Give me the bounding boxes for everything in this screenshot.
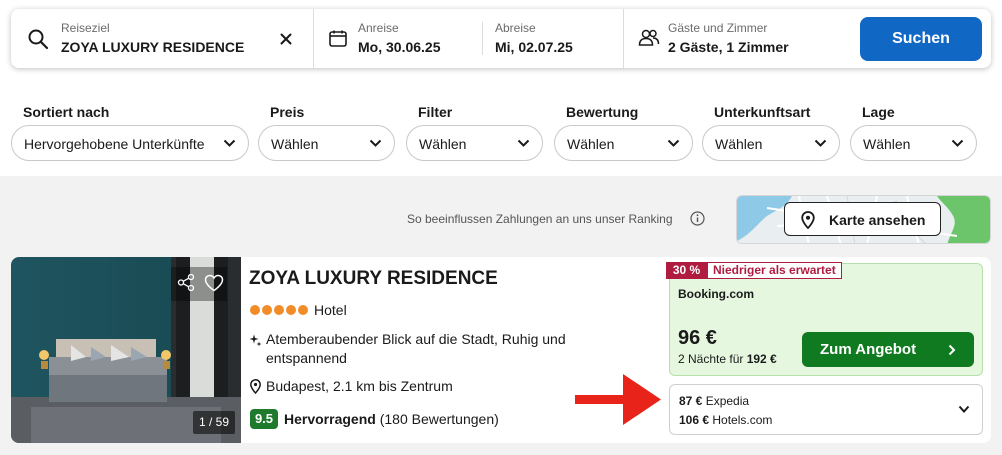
- chevron-down-icon: [223, 139, 236, 147]
- filter-dropdown[interactable]: Wählen: [406, 125, 543, 161]
- photo-counter: 1 / 59: [193, 411, 235, 434]
- star-dot: [274, 305, 284, 315]
- filter-label: Lage: [862, 104, 895, 120]
- chevron-down-icon: [814, 139, 827, 147]
- chevron-down-icon: [369, 139, 382, 147]
- star-dot: [250, 305, 260, 315]
- chevron-down-icon: [667, 139, 680, 147]
- guests-label: Gäste und Zimmer: [668, 21, 768, 35]
- price-dropdown[interactable]: Wählen: [258, 125, 395, 161]
- map-view-label: Karte ansehen: [829, 212, 926, 228]
- checkout-field[interactable]: Abreise Mi, 02.07.25: [483, 9, 623, 68]
- search-bar: Reiseziel ZOYA LUXURY RESIDENCE Anreise …: [11, 9, 991, 68]
- deal-provider: Booking.com: [678, 287, 755, 301]
- clear-icon[interactable]: [280, 33, 292, 45]
- sparkle-icon: [249, 334, 262, 347]
- accommodation-type: Hotel: [314, 302, 347, 318]
- chevron-down-icon: [517, 139, 530, 147]
- location-pin-icon: [250, 379, 261, 394]
- guests-icon: [638, 29, 660, 46]
- view-deal-label: Zum Angebot: [820, 341, 917, 358]
- offer-row: 87 € Expedia: [679, 394, 749, 408]
- rating-count: (180 Bewertungen): [379, 411, 499, 427]
- star-dot: [286, 305, 296, 315]
- filter-label: Unterkunftsart: [714, 104, 811, 120]
- checkout-label: Abreise: [495, 21, 536, 35]
- info-icon[interactable]: [690, 211, 705, 226]
- guests-value: 2 Gäste, 1 Zimmer: [668, 39, 789, 55]
- location-dropdown-value: Wählen: [863, 136, 911, 152]
- deal-total: 2 Nächte für 192 €: [678, 352, 777, 366]
- filter-label: Sortiert nach: [23, 104, 110, 120]
- share-icon[interactable]: [177, 274, 195, 291]
- star-rating: [250, 305, 308, 315]
- rating-dropdown-value: Wählen: [567, 136, 615, 152]
- nights-total: 192 €: [746, 352, 777, 366]
- chevron-down-icon[interactable]: [958, 405, 970, 414]
- rating-summary[interactable]: Hervorragend (180 Bewertungen): [284, 411, 499, 427]
- sort-dropdown[interactable]: Hervorgehobene Unterkünfte: [11, 125, 249, 161]
- offer-row: 106 € Hotels.com: [679, 413, 772, 427]
- other-offers-box[interactable]: 87 € Expedia 106 € Hotels.com: [669, 384, 983, 435]
- favorite-heart-icon[interactable]: [204, 274, 224, 292]
- search-button[interactable]: Suchen: [860, 17, 982, 61]
- filter-label: Preis: [270, 104, 305, 120]
- calendar-icon: [329, 30, 347, 47]
- sort-dropdown-value: Hervorgehobene Unterkünfte: [24, 136, 205, 152]
- hotel-location: Budapest, 2.1 km bis Zentrum: [266, 378, 453, 394]
- filter-filter: Filter Wählen: [406, 104, 543, 161]
- rating-score-badge: 9.5: [250, 409, 278, 429]
- checkin-field[interactable]: Anreise Mo, 30.06.25: [314, 9, 481, 68]
- hotel-card[interactable]: 1 / 59 ZOYA LUXURY RESIDENCE Hotel Atemb…: [11, 257, 991, 443]
- view-deal-button[interactable]: Zum Angebot: [802, 332, 974, 367]
- rating-dropdown[interactable]: Wählen: [554, 125, 693, 161]
- deal-price: 96 €: [678, 327, 717, 349]
- filter-price: Preis Wählen: [258, 104, 395, 161]
- destination-value: ZOYA LUXURY RESIDENCE: [61, 39, 245, 55]
- filter-rating: Bewertung Wählen: [554, 104, 693, 161]
- rating-word: Hervorragend: [284, 411, 376, 427]
- checkout-value: Mi, 02.07.25: [495, 39, 573, 55]
- hotel-name[interactable]: ZOYA LUXURY RESIDENCE: [249, 268, 498, 290]
- star-dot: [298, 305, 308, 315]
- filter-label: Bewertung: [566, 104, 639, 120]
- map-view-button[interactable]: Karte ansehen: [784, 202, 941, 236]
- offer-provider: Expedia: [705, 394, 750, 408]
- discount-text: Niedriger als erwartet: [707, 262, 842, 279]
- chevron-down-icon: [951, 139, 964, 147]
- offer-provider: Hotels.com: [712, 413, 773, 427]
- filter-sort: Sortiert nach Hervorgehobene Unterkünfte: [11, 104, 249, 161]
- discount-badge: 30 %: [666, 262, 707, 279]
- map-pin-icon: [801, 211, 815, 229]
- filter-location: Lage Wählen: [850, 104, 977, 161]
- offer-price: 87 €: [679, 394, 703, 408]
- annotation-arrow-icon: [575, 374, 661, 425]
- property-type-dropdown[interactable]: Wählen: [702, 125, 840, 161]
- offer-price: 106 €: [679, 413, 710, 427]
- ranking-notice[interactable]: So beeinflussen Zahlungen an uns unser R…: [407, 212, 673, 226]
- destination-label: Reiseziel: [61, 21, 110, 35]
- star-dot: [262, 305, 272, 315]
- checkin-label: Anreise: [358, 21, 399, 35]
- property-type-dropdown-value: Wählen: [715, 136, 763, 152]
- guests-field[interactable]: Gäste und Zimmer 2 Gäste, 1 Zimmer: [624, 9, 849, 68]
- price-dropdown-value: Wählen: [271, 136, 319, 152]
- destination-field[interactable]: Reiseziel ZOYA LUXURY RESIDENCE: [11, 9, 313, 68]
- filter-property-type: Unterkunftsart Wählen: [702, 104, 840, 161]
- filter-label: Filter: [418, 104, 453, 120]
- chevron-right-icon: [948, 344, 956, 356]
- checkin-value: Mo, 30.06.25: [358, 39, 441, 55]
- search-icon: [28, 29, 49, 50]
- nights-prefix: 2 Nächte für: [678, 352, 747, 366]
- filter-dropdown-value: Wählen: [419, 136, 467, 152]
- location-dropdown[interactable]: Wählen: [850, 125, 977, 161]
- hotel-feature: Atemberaubender Blick auf die Stadt, Ruh…: [266, 331, 566, 366]
